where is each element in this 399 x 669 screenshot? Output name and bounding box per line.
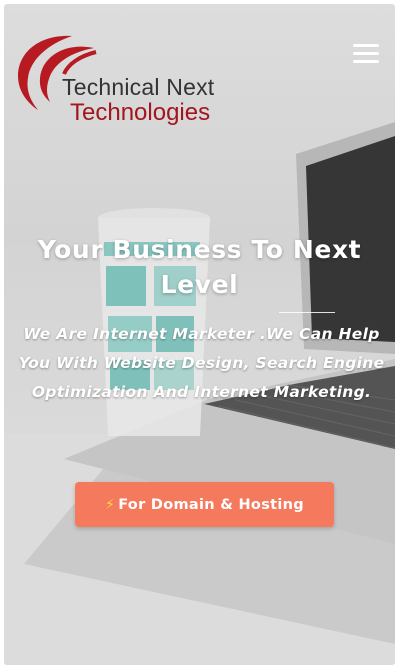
- menu-bar-top: [353, 44, 379, 47]
- lightning-bolt-icon: ⚡: [105, 496, 116, 513]
- app-frame: Technical Next Technologies Your Busines…: [4, 4, 395, 665]
- menu-bar-bottom: [353, 60, 379, 63]
- hero-subtitle: We Are Internet Marketer .We Can Help Yo…: [18, 325, 385, 401]
- hamburger-menu-icon[interactable]: [353, 44, 379, 64]
- cta-label: For Domain & Hosting: [118, 496, 304, 513]
- logo-text-line2: Technologies: [70, 99, 211, 126]
- hero-divider: [279, 312, 335, 313]
- hero-title: Your Business To Next Level: [37, 235, 362, 299]
- logo-text-line1: Technical Next: [62, 74, 215, 100]
- menu-bar-middle: [353, 52, 379, 55]
- brand-logo[interactable]: Technical Next Technologies: [10, 30, 250, 140]
- domain-hosting-button[interactable]: ⚡ For Domain & Hosting: [75, 482, 334, 527]
